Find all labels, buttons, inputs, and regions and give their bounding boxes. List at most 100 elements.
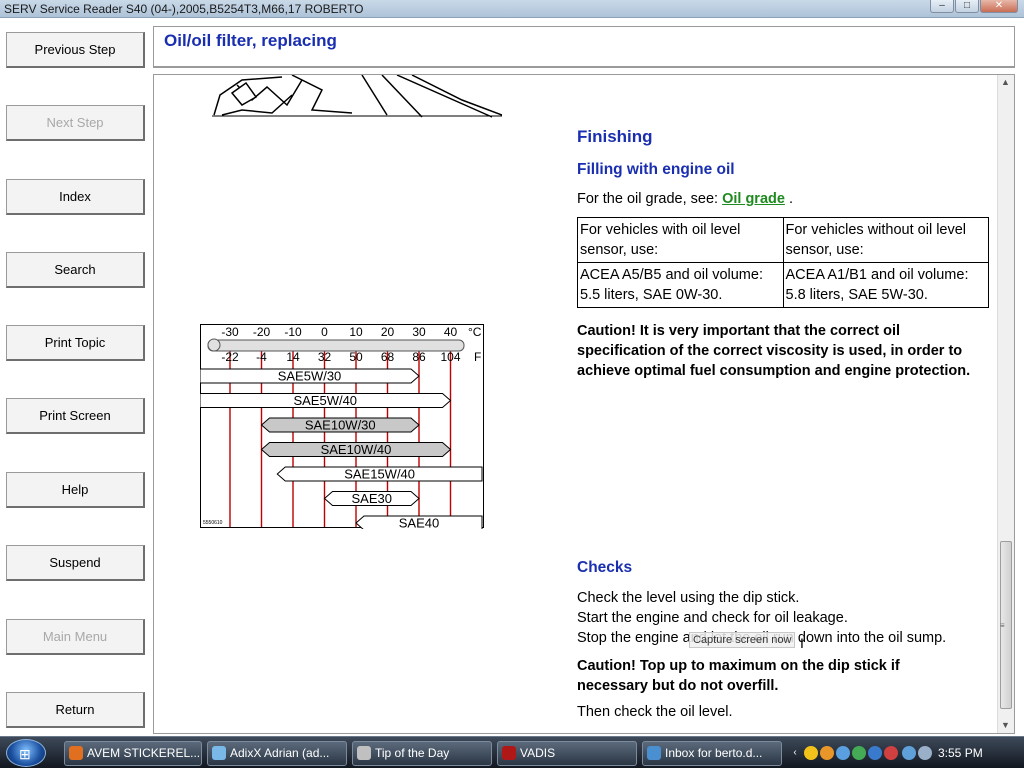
oil-grade-suffix: . [784,191,793,207]
windows-logo-icon: ⊞ [19,746,31,762]
maximize-button[interactable]: □ [955,0,979,13]
capture-tooltip: Capture screen now [689,632,796,648]
scroll-down-icon[interactable]: ▼ [1001,720,1010,730]
fahrenheit-tick-label: 86 [412,350,426,364]
fahrenheit-tick-label: 14 [286,350,300,364]
volume-icon[interactable] [918,746,932,760]
close-button[interactable]: ✕ [980,0,1018,13]
celsius-tick-label: 20 [381,325,395,339]
viscosity-bar-label: SAE30 [352,491,392,506]
viscosity-bar-label: SAE40 [399,516,439,530]
finishing-heading: Finishing [577,127,653,146]
oil-grade-link[interactable]: Oil grade [722,191,785,207]
taskbar-item-label: VADIS [520,746,556,760]
smiley-icon[interactable] [804,746,818,760]
viscosity-bar-label: SAE5W/40 [293,393,357,408]
index-button[interactable]: Index [6,179,145,215]
taskbar-item[interactable]: Inbox for berto.d... [642,741,782,766]
taskbar-item-label: AdixX Adrian (ad... [230,746,330,760]
caution-overfill: Caution! Top up to maximum on the dip st… [577,656,972,696]
taskbar-item[interactable]: AdixX Adrian (ad... [207,741,347,766]
main-menu-button[interactable]: Main Menu [6,619,145,655]
celsius-tick-label: -30 [221,325,239,339]
clock[interactable]: 3:55 PM [938,746,983,760]
viscosity-bar-label: SAE10W/30 [305,418,376,433]
fahrenheit-tick-label: -4 [256,350,267,364]
network-tray-icon[interactable] [852,746,866,760]
taskbar-item-label: AVEM STICKEREL... [87,746,201,760]
caution-text: It is very important that the correct oi… [577,323,971,379]
celsius-tick-label: 40 [444,325,458,339]
engine-illustration [212,75,502,118]
minimize-button[interactable]: – [930,0,954,13]
search-button[interactable]: Search [6,252,145,288]
filling-heading: Filling with engine oil [577,161,735,178]
help-button[interactable]: Help [6,472,145,508]
suspend-button[interactable]: Suspend [6,545,145,581]
window-titlebar: SERV Service Reader S40 (04-),2005,B5254… [0,0,1024,18]
vadis-icon [502,746,516,760]
tray-expand-icon[interactable]: ‹ [788,746,802,760]
celsius-tick-label: -20 [253,325,271,339]
celsius-tick-label: -10 [284,325,302,339]
table-cell-without-sensor: ACEA A1/B1 and oil volume: 5.8 liters, S… [782,262,989,308]
monitor-icon[interactable] [902,746,916,760]
check-line-1: Check the level using the dip stick. [577,590,800,606]
celsius-tick-label: 10 [349,325,363,339]
firefox-icon [69,746,83,760]
print-topic-button[interactable]: Print Topic [6,325,145,361]
scroll-grip-icon: ≡ [1000,621,1005,630]
content-pane[interactable]: -30 -20 -10 0 10 20 30 40 °C -22 -4 14 32 50 68 86 104 F… [153,74,1015,734]
oil-grade-line: For the oil grade, see: Oil grade . [577,191,997,207]
taskbar-item-label: Inbox for berto.d... [665,746,763,760]
checks-heading: Checks [577,559,633,576]
table-cell-with-sensor: ACEA A5/B5 and oil volume: 5.5 liters, S… [577,262,784,308]
fahrenheit-tick-label: 104 [440,350,460,364]
previous-step-button[interactable]: Previous Step [6,32,145,68]
antivirus-icon[interactable] [836,746,850,760]
taskbar-item[interactable]: AVEM STICKEREL... [64,741,202,766]
start-button[interactable]: ⊞ [6,739,46,767]
tip-icon [357,746,371,760]
table-row: For vehicles with oil level sensor, use:… [577,217,989,263]
system-tray: ‹ 3:55 PM [788,741,1024,766]
viscosity-bar-label: SAE10W/40 [321,442,392,457]
left-navigation: Previous Step Next Step Index Search Pri… [0,18,152,734]
celsius-unit-label: °C [468,325,482,339]
svg-text:5550610: 5550610 [203,520,223,526]
fahrenheit-tick-label: -22 [221,350,239,364]
fahrenheit-tick-label: 50 [349,350,363,364]
smiley-icon[interactable] [820,746,834,760]
check-line-2: Start the engine and check for oil leaka… [577,610,848,626]
vertical-scrollbar[interactable]: ▲ ≡ ▼ [997,75,1014,733]
caution-viscosity: Caution! It is very important that the c… [577,321,972,381]
oil-spec-table: For vehicles with oil level sensor, use:… [577,217,989,308]
messenger-icon [212,746,226,760]
print-screen-button[interactable]: Print Screen [6,398,145,434]
scroll-up-icon[interactable]: ▲ [1001,77,1010,87]
taskbar-item[interactable]: VADIS [497,741,637,766]
taskbar: ⊞ AVEM STICKEREL... AdixX Adrian (ad... … [0,736,1024,768]
fahrenheit-unit-label: F [474,350,481,364]
taskbar-item-label: Tip of the Day [375,746,450,760]
oil-grade-prefix: For the oil grade, see: [577,191,723,207]
viscosity-bar-label: SAE5W/30 [278,369,342,384]
caution-label: Caution! [577,323,636,339]
viscosity-bar-label: SAE15W/40 [344,467,415,482]
table-header-without-sensor: For vehicles without oil level sensor, u… [782,217,989,263]
return-button[interactable]: Return [6,692,145,728]
text-cursor-icon: I [800,635,804,651]
window-title: SERV Service Reader S40 (04-),2005,B5254… [4,2,364,16]
then-check-line: Then check the oil level. [577,704,733,720]
table-header-with-sensor: For vehicles with oil level sensor, use: [577,217,784,263]
mail-tray-icon[interactable] [884,746,898,760]
taskbar-item[interactable]: Tip of the Day [352,741,492,766]
next-step-button[interactable]: Next Step [6,105,145,141]
fahrenheit-tick-label: 32 [318,350,332,364]
bluetooth-icon[interactable] [868,746,882,760]
fahrenheit-tick-label: 68 [381,350,395,364]
table-row: ACEA A5/B5 and oil volume: 5.5 liters, S… [577,262,989,308]
celsius-tick-label: 30 [412,325,426,339]
celsius-tick-label: 0 [321,325,328,339]
oil-viscosity-chart: -30 -20 -10 0 10 20 30 40 °C -22 -4 14 32 50 68 86 104 F… [200,324,484,529]
